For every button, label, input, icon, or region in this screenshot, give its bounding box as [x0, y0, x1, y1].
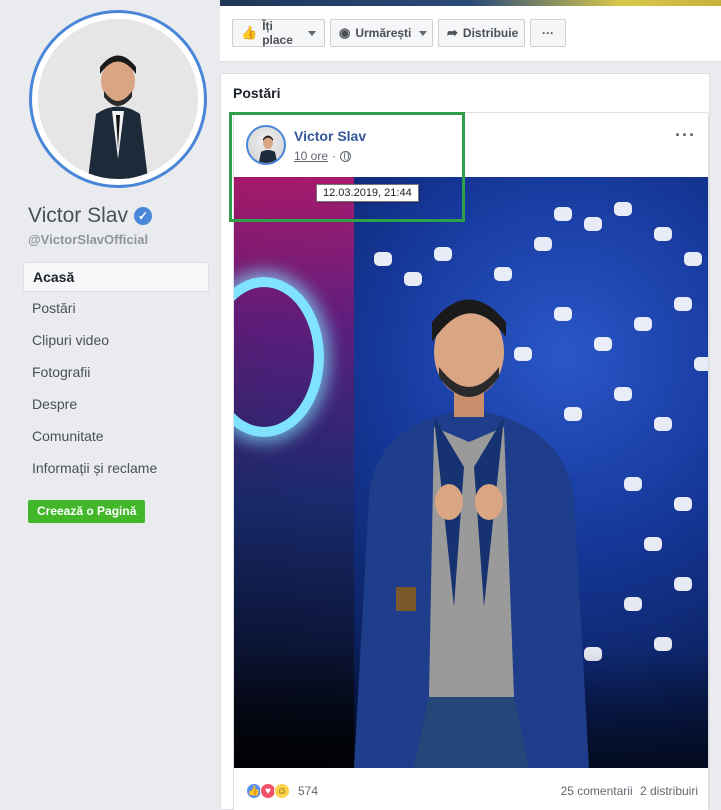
stage-light: [554, 207, 572, 221]
post-author-name[interactable]: Victor Slav: [294, 128, 366, 144]
rss-icon: ◉: [339, 25, 351, 40]
page-name-text[interactable]: Victor Slav: [28, 204, 128, 228]
globe-icon: [340, 150, 352, 162]
meta-separator: ·: [332, 149, 337, 163]
nav-item-photos[interactable]: Fotografii: [23, 356, 209, 388]
shares-count[interactable]: 2 distribuiri: [640, 784, 698, 798]
stage-light: [654, 417, 672, 431]
more-icon: ···: [542, 26, 554, 40]
nav-item-videos[interactable]: Clipuri video: [23, 324, 209, 356]
stage-light: [624, 477, 642, 491]
stage-light: [614, 202, 632, 216]
stage-light: [674, 297, 692, 311]
post: Victor Slav 10 ore · ··· 👍 ♥ ☺ 574 25 co…: [233, 112, 709, 810]
profile-photo: [38, 19, 198, 179]
page-name[interactable]: Victor Slav ✓: [28, 204, 152, 228]
share-arrow-icon: ➦: [447, 25, 458, 40]
create-page-button[interactable]: Creează o Pagină: [28, 500, 146, 523]
like-label: Îți place: [262, 19, 293, 47]
profile-picture[interactable]: [29, 10, 207, 188]
nav-item-info-and-ads[interactable]: Informații și reclame: [23, 452, 209, 484]
page-handle: @VictorSlavOfficial: [28, 232, 149, 247]
nav-item-posts[interactable]: Postări: [23, 292, 209, 324]
stage-light: [674, 577, 692, 591]
post-more-icon[interactable]: ···: [675, 125, 696, 146]
stage-light: [674, 497, 692, 511]
stage-light: [694, 357, 708, 371]
stage-light: [644, 537, 662, 551]
stage-light: [434, 247, 452, 261]
left-column: Victor Slav ✓ @VictorSlavOfficial Acasă …: [0, 0, 220, 810]
comments-count[interactable]: 25 comentarii: [561, 784, 633, 798]
follow-label: Urmărești: [355, 26, 412, 40]
person-figure: [354, 299, 589, 768]
verified-check-icon: ✓: [134, 207, 152, 225]
post-photo[interactable]: [234, 177, 708, 768]
nav-item-home[interactable]: Acasă: [23, 262, 209, 292]
more-options-button[interactable]: ···: [530, 19, 566, 47]
reactions-count[interactable]: 574: [298, 784, 318, 798]
chevron-down-icon: [308, 30, 316, 36]
post-author-avatar[interactable]: [246, 125, 286, 165]
stage-light: [584, 217, 602, 231]
share-label: Distribuie: [462, 26, 519, 40]
like-page-button[interactable]: 👍 Îți place: [232, 19, 325, 47]
follow-button[interactable]: ◉ Urmărești: [330, 19, 433, 47]
engagement-counts: 25 comentarii 2 distribuiri: [561, 784, 698, 798]
posts-section: Postări Victor Slav 10 ore · ··· 👍 ♥ ☺ 5…: [220, 73, 710, 810]
post-meta: 10 ore ·: [294, 149, 352, 163]
share-button[interactable]: ➦ Distribuie: [438, 19, 525, 47]
post-footer: 👍 ♥ ☺ 574 25 comentarii 2 distribuiri: [246, 778, 698, 804]
thumbs-up-icon: 👍: [241, 25, 258, 40]
stage-light: [654, 227, 672, 241]
posts-section-title: Postări: [233, 85, 281, 101]
page-nav: Acasă Postări Clipuri video Fotografii D…: [23, 262, 209, 484]
reactions-summary[interactable]: 👍 ♥ ☺ 574: [246, 783, 318, 799]
post-timestamp[interactable]: 10 ore: [294, 149, 328, 163]
stage-light: [634, 317, 652, 331]
chevron-down-icon: [419, 30, 428, 36]
timestamp-tooltip: 12.03.2019, 21:44: [316, 184, 419, 202]
nav-item-about[interactable]: Despre: [23, 388, 209, 420]
stage-light: [624, 597, 642, 611]
page-action-bar: 👍 Îți place ◉ Urmărești ➦ Distribuie ···: [220, 6, 721, 62]
nav-item-community[interactable]: Comunitate: [23, 420, 209, 452]
stage-light: [374, 252, 392, 266]
stage-light: [534, 237, 552, 251]
stage-light: [684, 252, 702, 266]
wow-reaction-icon: ☺: [274, 783, 290, 799]
